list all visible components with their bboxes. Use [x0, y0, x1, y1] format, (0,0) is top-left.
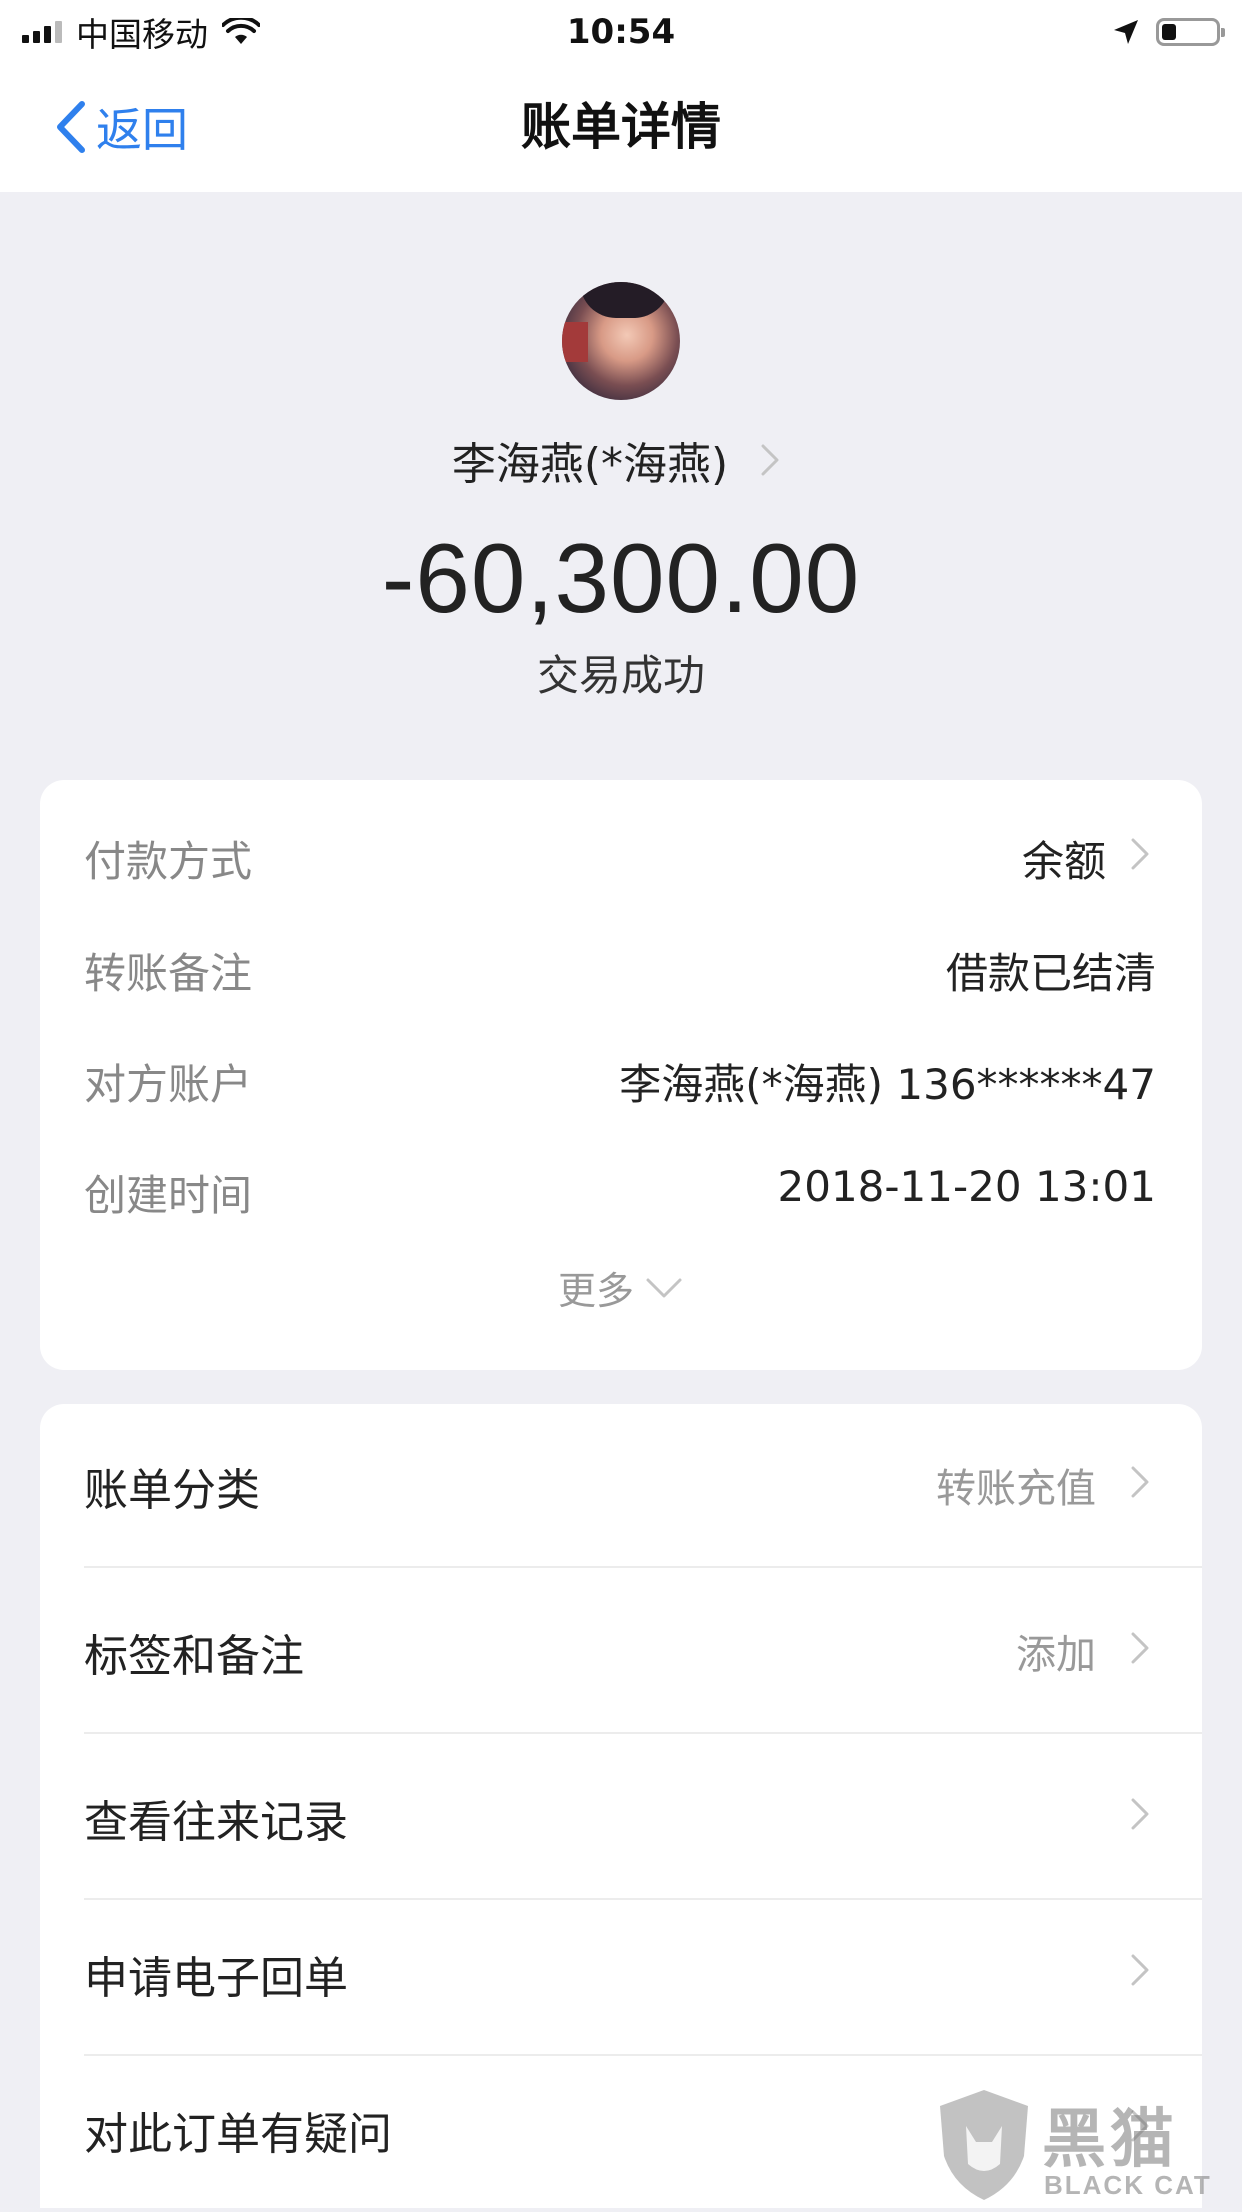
transaction-amount: -60,300.00	[381, 523, 861, 633]
divider	[84, 1732, 1202, 1734]
detail-row-created-time: 创建时间 2018-11-20 13:01	[40, 1148, 1202, 1228]
payee-row[interactable]: 李海燕(*海燕)	[0, 428, 1242, 492]
watermark-logo: 黑猫 BLACK CAT	[934, 2086, 1224, 2204]
chevron-down-icon	[646, 1278, 682, 1297]
status-bar: 中国移动 10:54	[0, 0, 1242, 64]
cat-shield-icon	[940, 2090, 1028, 2200]
detail-label: 付款方式	[84, 837, 253, 886]
list-item-value: 添加	[1016, 1632, 1096, 1678]
transaction-status: 交易成功	[536, 651, 705, 700]
detail-row-payment-method[interactable]: 付款方式 余额	[40, 814, 1202, 894]
more-label: 更多	[557, 1269, 634, 1313]
detail-row-transfer-note: 转账备注 借款已结清	[40, 926, 1202, 1006]
detail-label: 对方账户	[84, 1060, 253, 1109]
list-item-e-receipt[interactable]: 申请电子回单	[40, 1892, 1202, 2056]
transaction-header: 李海燕(*海燕) -60,300.00 交易成功	[0, 192, 1242, 780]
clock: 10:54	[566, 12, 676, 52]
detail-value: 余额	[1021, 837, 1106, 886]
list-item-label: 申请电子回单	[84, 1953, 348, 2004]
chevron-right-icon	[1131, 1798, 1149, 1830]
list-item-tags-notes[interactable]: 标签和备注 添加	[40, 1570, 1202, 1734]
list-item-transaction-history[interactable]: 查看往来记录	[40, 1736, 1202, 1900]
navigation-bar: 返回 账单详情	[0, 64, 1242, 192]
list-item-label: 查看往来记录	[84, 1797, 348, 1848]
divider	[84, 1566, 1202, 1568]
payee-name: 李海燕(*海燕)	[451, 439, 729, 490]
detail-label: 创建时间	[84, 1171, 253, 1220]
page-title: 账单详情	[521, 98, 721, 156]
detail-value: 李海燕(*海燕) 136******47	[619, 1060, 1156, 1109]
watermark-text: 黑猫	[1042, 2103, 1178, 2177]
chevron-right-icon	[1131, 838, 1149, 870]
battery-icon	[1156, 18, 1225, 46]
list-item-label: 标签和备注	[84, 1631, 304, 1682]
chevron-right-icon	[761, 444, 779, 476]
detail-value: 借款已结清	[945, 949, 1156, 998]
chevron-right-icon	[1131, 1466, 1149, 1498]
list-item-label: 对此订单有疑问	[84, 2109, 392, 2160]
watermark-subtext: BLACK CAT	[1044, 2170, 1212, 2200]
list-item-bill-category[interactable]: 账单分类 转账充值	[40, 1404, 1202, 1568]
details-card: 付款方式 余额 转账备注 借款已结清 对方账户 李海燕(*海燕) 136****…	[40, 780, 1202, 1370]
chevron-right-icon	[1131, 1954, 1149, 1986]
list-item-label: 账单分类	[84, 1465, 260, 1516]
more-button[interactable]: 更多	[40, 1260, 1202, 1315]
avatar[interactable]	[562, 282, 680, 400]
chevron-right-icon	[1131, 1632, 1149, 1664]
list-item-value: 转账充值	[936, 1466, 1096, 1512]
location-arrow-icon	[1114, 20, 1138, 44]
detail-label: 转账备注	[84, 949, 253, 998]
detail-value: 2018-11-20 13:01	[777, 1162, 1156, 1211]
detail-row-counterparty-account: 对方账户 李海燕(*海燕) 136******47	[40, 1037, 1202, 1117]
